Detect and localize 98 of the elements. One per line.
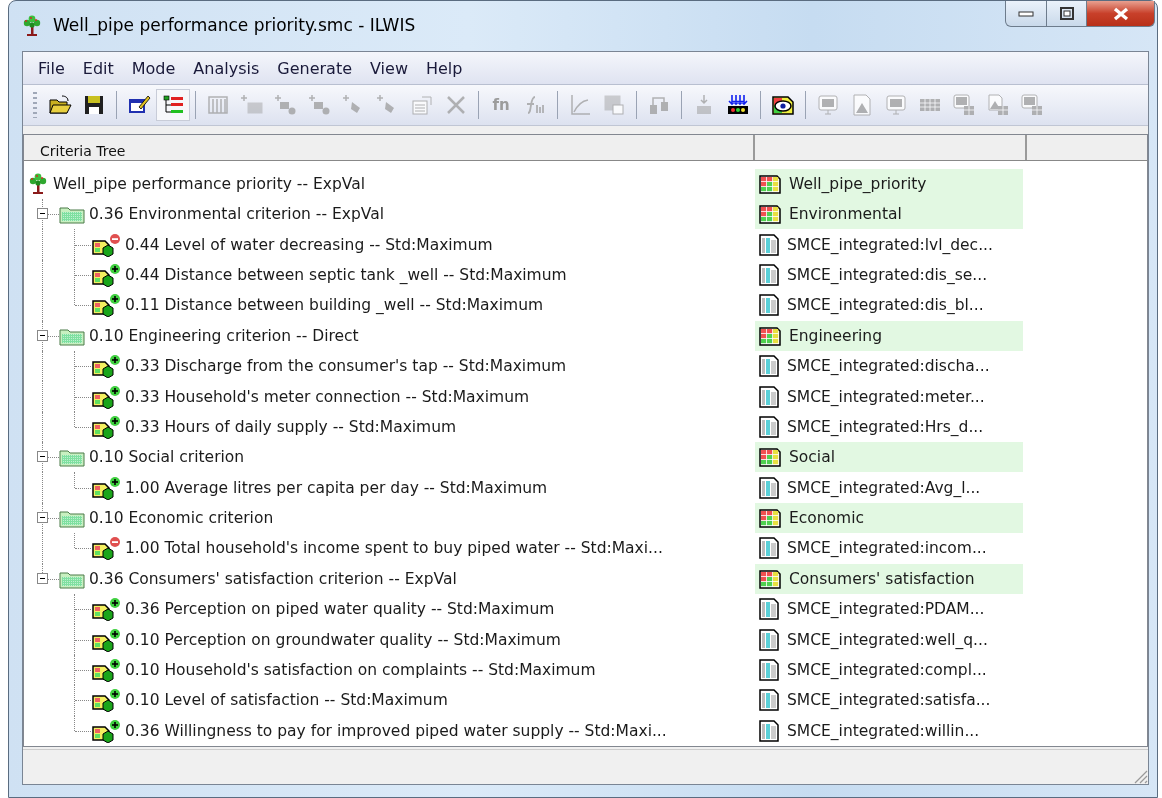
raster-map-icon: [759, 204, 781, 225]
output-name: SMCE_integrated:Avg_l...: [787, 478, 981, 497]
menu-item[interactable]: Mode: [122, 55, 185, 81]
table-icon: [759, 476, 779, 499]
folder-open-icon: [48, 93, 72, 117]
expander-button[interactable]: [37, 208, 48, 220]
table-icon: [759, 263, 779, 286]
tree-item[interactable]: 1.00 Average litres per capita per day -- Std:Maximum: [125, 478, 548, 497]
table-icon: [759, 628, 779, 651]
resize-grip-icon: [1132, 768, 1148, 784]
table-icon: [759, 355, 779, 378]
menu-item[interactable]: Analysis: [184, 55, 269, 81]
raster-map-icon: [759, 568, 781, 589]
maximize-icon: [1059, 7, 1074, 20]
properties-icon: [410, 93, 434, 117]
tree-icon: [21, 15, 43, 37]
tree-item[interactable]: 0.10 Economic criterion: [89, 509, 274, 528]
menu-item[interactable]: View: [361, 55, 417, 81]
minimize-icon: [1018, 10, 1034, 17]
down-arrows-icon: [726, 93, 750, 117]
output-name: Engineering: [789, 326, 882, 345]
monitor-icon: [884, 93, 908, 117]
table-icon: [759, 689, 779, 712]
output-name: Social: [789, 448, 835, 467]
table-icon: [759, 233, 779, 256]
maximize-button[interactable]: [1047, 1, 1087, 27]
tree-item[interactable]: 0.10 Level of satisfaction -- Std:Maximum: [125, 691, 448, 710]
image-grid-icon: [986, 93, 1010, 117]
tree-item[interactable]: 0.36 Consumers' satisfaction criterion -- ExpVal: [89, 569, 457, 588]
output-name: SMCE_integrated:discha...: [787, 357, 990, 376]
folder-icon: [59, 447, 85, 468]
monitor-icon: [816, 93, 840, 117]
output-name: SMCE_integrated:dis_se...: [787, 265, 988, 284]
output-name: SMCE_integrated:satisfa...: [787, 691, 991, 710]
expander-button[interactable]: [37, 329, 48, 341]
image-icon: [850, 93, 874, 117]
tree-item[interactable]: 0.36 Willingness to pay for improved piped water supply -- Std:Maxi...: [125, 721, 667, 740]
tree-icon: [27, 172, 49, 195]
plus-map-icon: [240, 93, 264, 117]
menu-item[interactable]: Help: [417, 55, 472, 81]
output-name: SMCE_integrated:dis_bl...: [787, 296, 984, 315]
output-name: Consumers' satisfaction: [789, 569, 975, 588]
graph-icon: [568, 93, 592, 117]
output-name: SMCE_integrated:willin...: [787, 721, 980, 740]
menu-item[interactable]: File: [29, 55, 74, 81]
output-name: Economic: [789, 509, 865, 528]
menu-item[interactable]: Edit: [73, 55, 123, 81]
output-name: SMCE_integrated:Hrs_d...: [787, 417, 984, 436]
expander-button[interactable]: [37, 512, 48, 524]
raster-map-icon: [759, 173, 781, 194]
tree-item[interactable]: 0.36 Environmental criterion -- ExpVal: [89, 205, 384, 224]
folder-icon: [59, 508, 85, 529]
table-icon: [759, 659, 779, 681]
tree-item[interactable]: 0.33 Discharge from the consumer's tap -- Std:Maximum: [125, 357, 567, 376]
raster-map-icon: [759, 508, 781, 529]
output-name: Environmental: [789, 205, 902, 224]
tree-item[interactable]: 0.44 Level of water decreasing -- Std:Maximum: [125, 235, 493, 254]
tree-item[interactable]: 0.33 Household's meter connection -- Std:Maximum: [125, 387, 530, 406]
table-icon: [759, 385, 779, 408]
plus-link-icon: [308, 93, 332, 117]
output-name: Well_pipe_priority: [789, 174, 927, 193]
table-icon: [759, 294, 779, 317]
tree-item[interactable]: Well_pipe performance priority -- ExpVal: [53, 174, 365, 193]
tree-item[interactable]: 0.10 Household's satisfaction on complaints -- Std:Maximum: [125, 661, 596, 679]
tree-item[interactable]: 0.33 Hours of daily supply -- Std:Maximum: [125, 417, 457, 436]
raster-map-icon: [759, 325, 781, 346]
monitor-grid-icon: [1020, 93, 1044, 117]
table-icon: [759, 719, 779, 742]
columns-icon: [206, 93, 230, 117]
table-icon: [759, 537, 779, 560]
minimize-button[interactable]: [1005, 1, 1047, 27]
plus-link-icon: [274, 93, 298, 117]
expander-button[interactable]: [37, 451, 48, 463]
monitor-grid-icon: [952, 93, 976, 117]
window-title: Well_pipe performance priority.smc - ILWIS: [53, 15, 416, 35]
tree-item[interactable]: 0.10 Perception on groundwater quality -- Std:Maximum: [125, 630, 561, 649]
eye-icon: [771, 93, 795, 117]
output-name: SMCE_integrated:meter...: [787, 387, 985, 406]
expander-button[interactable]: [37, 572, 48, 584]
folder-icon: [59, 204, 85, 225]
table-icon: [759, 415, 779, 438]
menu-item[interactable]: Generate: [268, 55, 361, 81]
tree-item[interactable]: 0.44 Distance between septic tank _well -- Std:Maximum: [125, 265, 567, 284]
tree-item[interactable]: 1.00 Total household's income spent to buy piped water -- Std:Maxi...: [125, 539, 663, 558]
output-name: SMCE_integrated:lvl_dec...: [787, 235, 993, 254]
output-name: SMCE_integrated:incom...: [787, 539, 987, 558]
output-name: SMCE_integrated:well_q...: [787, 630, 988, 649]
table-icon: [759, 598, 779, 621]
output-name: SMCE_integrated:compl...: [787, 661, 987, 679]
raster-map-icon: [759, 447, 781, 468]
output-name: SMCE_integrated:PDAM...: [787, 600, 985, 619]
close-button[interactable]: [1087, 1, 1155, 27]
close-icon: [1111, 6, 1130, 21]
tree-item[interactable]: 0.10 Social criterion: [89, 448, 245, 467]
tree-item[interactable]: 0.11 Distance between building _well -- Std:Maximum: [125, 296, 544, 315]
map-chart-icon: [602, 93, 626, 117]
tree-item[interactable]: 0.36 Perception on piped water quality -- Std:Maximum: [125, 600, 555, 619]
tree-item[interactable]: 0.10 Engineering criterion -- Direct: [89, 326, 359, 345]
